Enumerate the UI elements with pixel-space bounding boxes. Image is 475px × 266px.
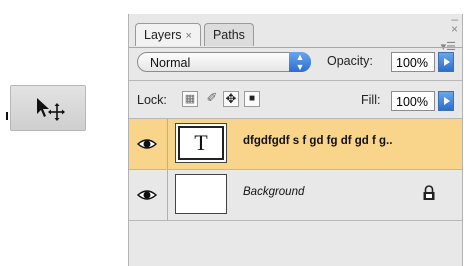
opacity-field[interactable]: 100%: [391, 52, 435, 72]
lock-icon: [423, 185, 435, 200]
lock-all-icon[interactable]: ■: [244, 91, 260, 107]
blend-mode-value: Normal: [150, 56, 191, 70]
fill-field[interactable]: 100%: [391, 91, 435, 111]
tab-close-icon[interactable]: ×: [186, 30, 192, 42]
opacity-slider-button[interactable]: [438, 52, 454, 72]
layer-thumbnail[interactable]: T: [175, 123, 227, 163]
tool-edge-mark: [6, 112, 8, 120]
eye-icon[interactable]: [137, 187, 157, 203]
blend-mode-select[interactable]: Normal ▲ ▼: [137, 52, 311, 72]
blend-mode-stepper-icon[interactable]: ▲ ▼: [289, 52, 311, 72]
layers-panel: – × ▾☰ Layers × Paths Normal ▲ ▼ Opacity: …: [128, 13, 463, 266]
divider: [129, 80, 462, 81]
layer-thumbnail[interactable]: [175, 174, 227, 214]
tab-layers[interactable]: Layers ×: [135, 23, 201, 46]
lock-label: Lock:: [137, 93, 167, 107]
layer-name[interactable]: Background: [243, 186, 304, 198]
tab-layers-label: Layers: [144, 28, 182, 42]
lock-transparent-icon[interactable]: ▦: [182, 91, 198, 107]
text-layer-icon: T: [194, 130, 208, 155]
opacity-label: Opacity:: [327, 54, 373, 68]
move-tool-icon: [37, 98, 65, 121]
eye-icon[interactable]: [137, 136, 157, 152]
eye-column-divider: [167, 119, 168, 169]
close-icon[interactable]: ×: [451, 23, 458, 35]
layer-row-text[interactable]: T dfgdfgdf s f gd fg df gd f g..: [129, 119, 462, 169]
lock-position-icon[interactable]: ✥: [223, 91, 239, 107]
move-tool-button[interactable]: [10, 85, 86, 131]
layer-row-background[interactable]: Background: [129, 170, 462, 220]
fill-slider-button[interactable]: [438, 91, 454, 111]
eye-column-divider: [167, 170, 168, 220]
window-controls: – ×: [451, 13, 458, 35]
divider: [129, 220, 462, 221]
panel-tabs: Layers × Paths: [135, 23, 257, 47]
lock-image-icon[interactable]: ✐: [204, 91, 220, 107]
tab-divider: [129, 47, 462, 48]
tab-paths[interactable]: Paths: [203, 23, 254, 46]
fill-label: Fill:: [361, 93, 381, 107]
layer-name[interactable]: dfgdfgdf s f gd fg df gd f g..: [243, 135, 392, 147]
tab-paths-label: Paths: [212, 28, 245, 42]
